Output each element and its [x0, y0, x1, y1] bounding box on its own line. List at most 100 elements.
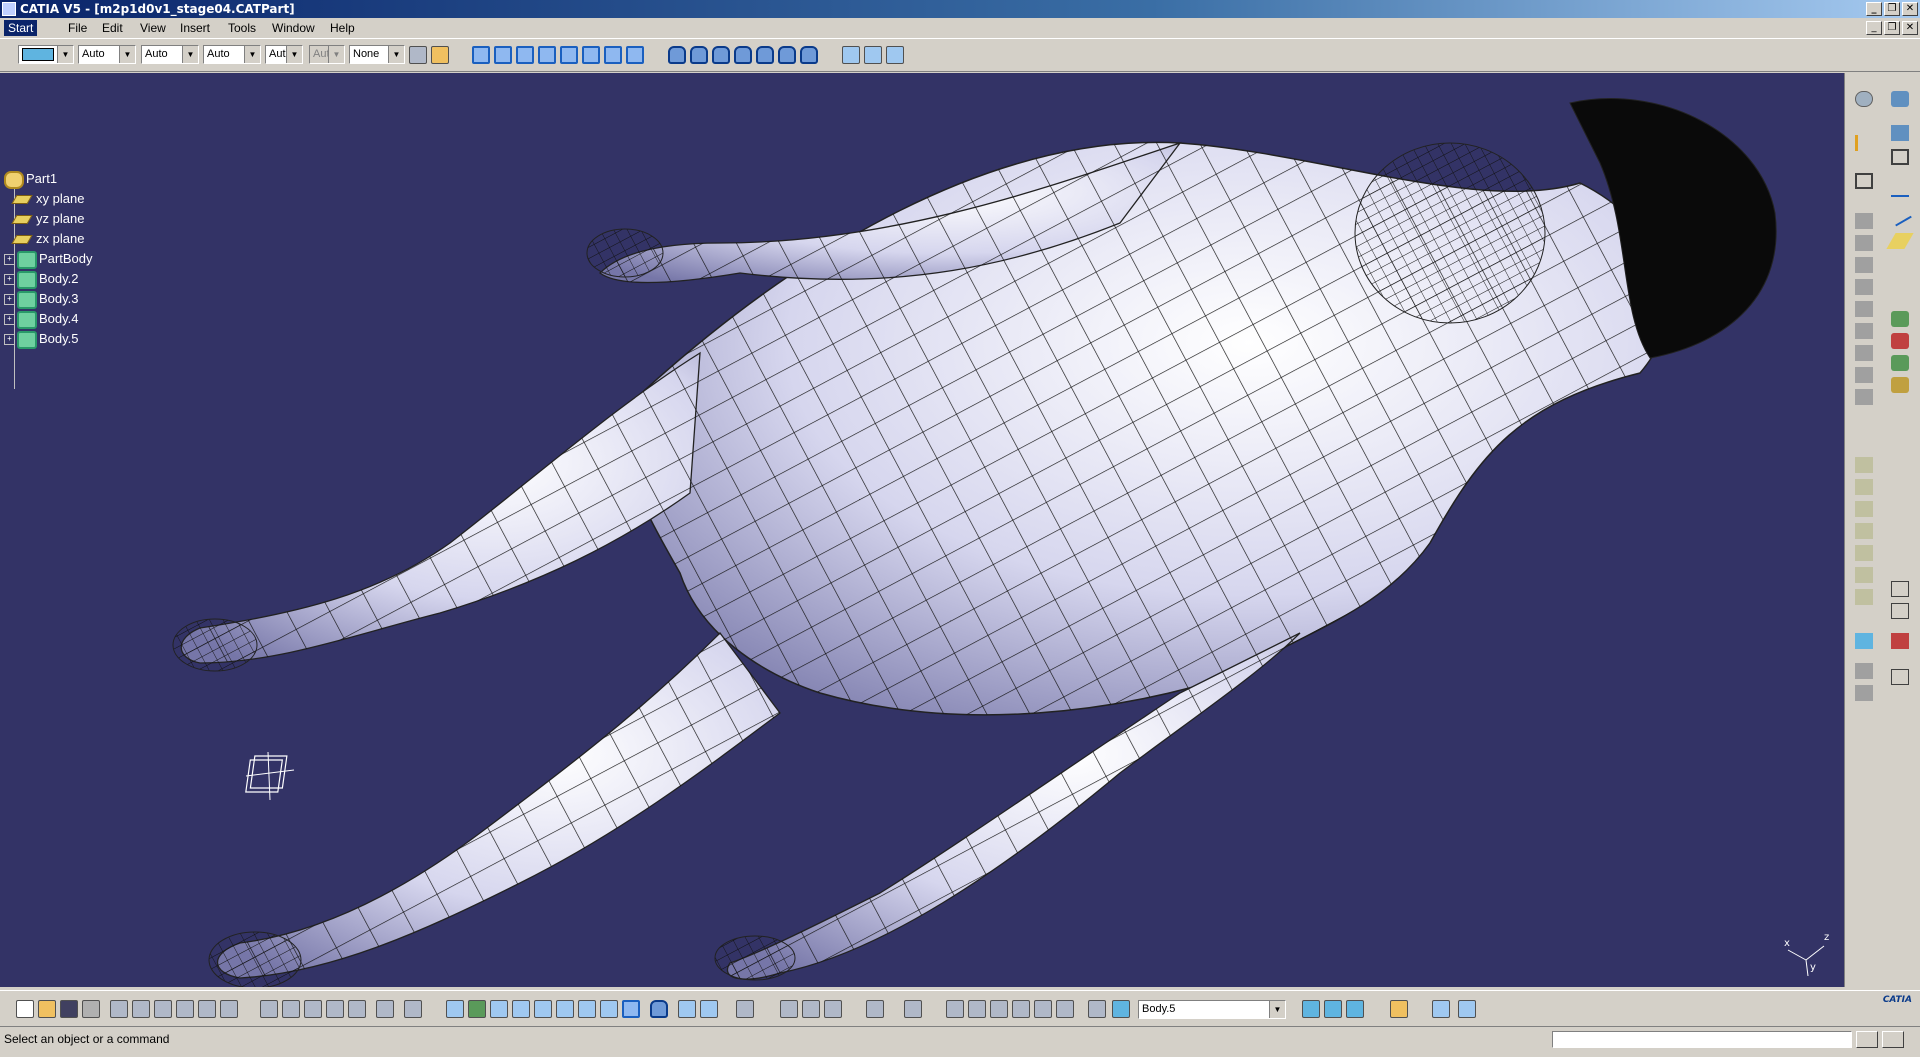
- command-input[interactable]: [1552, 1031, 1852, 1048]
- brush-icon[interactable]: [431, 46, 449, 64]
- painter-icon[interactable]: [409, 46, 427, 64]
- iso-view-icon[interactable]: [472, 46, 490, 64]
- thickness-combo[interactable]: Auto ▼: [141, 45, 199, 64]
- back-view-icon[interactable]: [516, 46, 534, 64]
- doc-restore-button[interactable]: ❐: [1884, 21, 1900, 35]
- sweep-icon[interactable]: [1855, 257, 1873, 273]
- pan-icon[interactable]: [490, 1000, 508, 1018]
- zoom-in-icon[interactable]: [534, 1000, 552, 1018]
- current-body-combo[interactable]: Body.5 ▼: [1138, 1000, 1286, 1019]
- multi-section-icon[interactable]: [1855, 389, 1873, 405]
- expand-icon[interactable]: +: [4, 294, 15, 306]
- command-list-icon[interactable]: [1856, 1031, 1878, 1048]
- tree-item-xy-plane[interactable]: xy plane: [4, 189, 84, 209]
- tree-root-part1[interactable]: Part1: [4, 169, 57, 189]
- chamfer-icon[interactable]: [1855, 479, 1873, 495]
- quick-select-icon[interactable]: [842, 46, 860, 64]
- revolve-icon[interactable]: [1855, 235, 1873, 251]
- multi-view-icon[interactable]: [600, 1000, 618, 1018]
- workbench-icon[interactable]: [1891, 91, 1909, 107]
- constraint-display-icon[interactable]: [1432, 1000, 1450, 1018]
- fly-mode-icon[interactable]: [446, 1000, 464, 1018]
- front-view-icon[interactable]: [494, 46, 512, 64]
- material-icon[interactable]: [756, 46, 774, 64]
- menu-view[interactable]: View: [136, 20, 170, 36]
- open-folder-icon[interactable]: [38, 1000, 56, 1018]
- left-view-icon[interactable]: [538, 46, 556, 64]
- shading-edges-icon[interactable]: [690, 46, 708, 64]
- thickness-icon[interactable]: [1855, 545, 1873, 561]
- menu-help[interactable]: Help: [326, 20, 359, 36]
- menu-insert[interactable]: Insert: [176, 20, 214, 36]
- rotate-icon[interactable]: [512, 1000, 530, 1018]
- shading-no-light-icon[interactable]: [712, 46, 730, 64]
- line-icon[interactable]: [1888, 203, 1912, 227]
- line-type-combo[interactable]: Auto ▼: [78, 45, 136, 64]
- tree-item-body-4[interactable]: + Body.4: [4, 309, 79, 329]
- menu-tools[interactable]: Tools: [224, 20, 260, 36]
- catalog-icon[interactable]: [376, 1000, 394, 1018]
- sketch-icon[interactable]: [1855, 173, 1873, 189]
- slot-icon[interactable]: [1855, 345, 1873, 361]
- analysis-display-icon[interactable]: [1458, 1000, 1476, 1018]
- remove-face-icon[interactable]: [1855, 589, 1873, 605]
- snap-icon[interactable]: [864, 46, 882, 64]
- tree-item-body-3[interactable]: + Body.3: [4, 289, 79, 309]
- apply-material-icon[interactable]: [1855, 633, 1873, 649]
- macro-icon[interactable]: [404, 1000, 422, 1018]
- shading-icon[interactable]: [668, 46, 686, 64]
- pattern-icon[interactable]: [1855, 663, 1873, 679]
- top-view-icon[interactable]: [582, 46, 600, 64]
- select-arrow-icon[interactable]: [1855, 135, 1873, 151]
- named-views-icon[interactable]: [626, 46, 644, 64]
- doc-minimize-button[interactable]: _: [1866, 21, 1882, 35]
- 3d-compass-icon[interactable]: [990, 1000, 1008, 1018]
- quick-view-icon[interactable]: [622, 1000, 640, 1018]
- zoom-out-icon[interactable]: [556, 1000, 574, 1018]
- boolean-remove-icon[interactable]: [1891, 333, 1909, 349]
- expand-icon[interactable]: +: [4, 254, 15, 266]
- loft-icon[interactable]: [1855, 279, 1873, 295]
- shell-icon[interactable]: [1855, 523, 1873, 539]
- sketch-constraint-icon[interactable]: [1891, 149, 1909, 165]
- constraint-icon[interactable]: [1891, 633, 1909, 649]
- point-icon[interactable]: [1891, 181, 1909, 197]
- design-table-icon[interactable]: [348, 1000, 366, 1018]
- 3d-viewport[interactable]: Part1 xy plane yz plane zx plane + PartBo…: [0, 73, 1844, 987]
- right-view-icon[interactable]: [560, 46, 578, 64]
- draft-icon[interactable]: [1855, 501, 1873, 517]
- compass-icon[interactable]: [240, 748, 300, 808]
- menu-file[interactable]: File: [64, 20, 91, 36]
- boolean-union-trim-icon[interactable]: [1891, 377, 1909, 393]
- thread-icon[interactable]: [1855, 567, 1873, 583]
- fit-all-icon[interactable]: [468, 1000, 486, 1018]
- annotation-icon[interactable]: [1891, 669, 1909, 685]
- manual-update-icon[interactable]: [802, 1000, 820, 1018]
- doc-close-button[interactable]: ✕: [1902, 21, 1918, 35]
- boolean-add-icon[interactable]: [1891, 311, 1909, 327]
- ordered-geo-set-icon[interactable]: [1346, 1000, 1364, 1018]
- power-copy-icon[interactable]: [1390, 1000, 1408, 1018]
- whats-this-icon[interactable]: [220, 1000, 238, 1018]
- save-icon[interactable]: [60, 1000, 78, 1018]
- cut-icon[interactable]: [110, 1000, 128, 1018]
- fillet-icon[interactable]: [1855, 457, 1873, 473]
- scan-icon[interactable]: [824, 1000, 842, 1018]
- tree-item-body-5[interactable]: + Body.5: [4, 329, 79, 349]
- swap-space-icon[interactable]: [700, 1000, 718, 1018]
- stiffener-icon[interactable]: [1855, 367, 1873, 383]
- menu-start[interactable]: Start: [4, 20, 38, 36]
- print-icon[interactable]: [82, 1000, 100, 1018]
- hide-show-icon[interactable]: [678, 1000, 696, 1018]
- table-icon[interactable]: [326, 1000, 344, 1018]
- reorder-icon[interactable]: [1855, 91, 1873, 107]
- measure-icon[interactable]: [1891, 581, 1909, 597]
- menu-edit[interactable]: Edit: [98, 20, 127, 36]
- tree-item-zx-plane[interactable]: zx plane: [4, 229, 84, 249]
- tree-item-yz-plane[interactable]: yz plane: [4, 209, 84, 229]
- menu-window[interactable]: Window: [268, 20, 319, 36]
- insert-body-icon[interactable]: [1302, 1000, 1320, 1018]
- paste-icon[interactable]: [154, 1000, 172, 1018]
- color-combo[interactable]: ▼: [18, 45, 74, 64]
- axis-system-icon[interactable]: [946, 1000, 964, 1018]
